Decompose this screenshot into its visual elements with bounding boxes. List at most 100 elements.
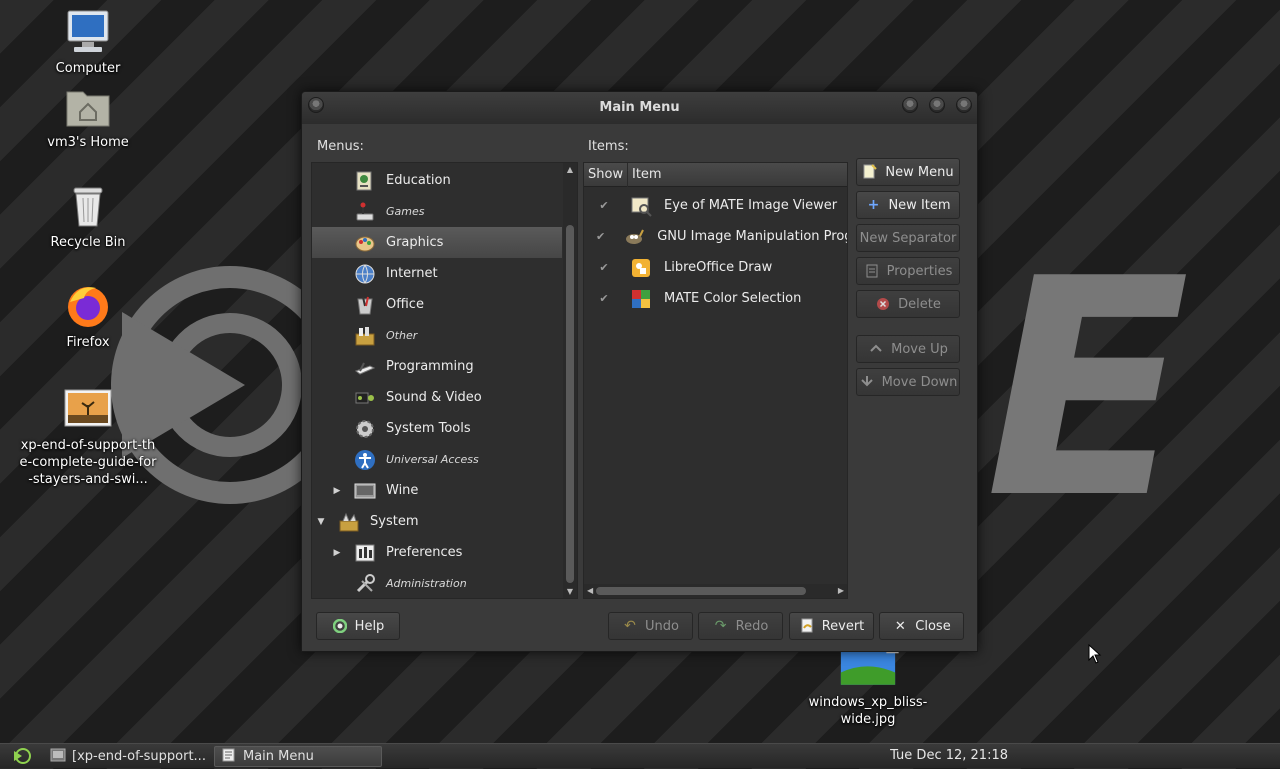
arrow-down-icon (859, 374, 875, 390)
menus-label: Menus: (317, 139, 364, 154)
taskbar-task-xp-image[interactable]: [xp-end-of-support... (44, 746, 210, 767)
scroll-left-arrow-icon[interactable]: ◀ (587, 584, 593, 598)
menu-tree-item-label: Education (386, 173, 451, 188)
move-up-button[interactable]: Move Up (856, 335, 960, 363)
move-down-button[interactable]: Move Down (856, 368, 960, 396)
menu-tree-item-preferences[interactable]: ▶ Preferences (312, 537, 562, 568)
new-menu-button[interactable]: New Menu (856, 158, 960, 186)
maximize-button[interactable] (929, 97, 945, 113)
scrollbar-thumb[interactable] (566, 225, 574, 583)
menu-tree-item-sound-video[interactable]: Sound & Video (312, 382, 562, 413)
help-label: Help (354, 618, 385, 634)
show-checkbox[interactable]: ✔ (596, 199, 612, 212)
delete-button[interactable]: Delete (856, 290, 960, 318)
scroll-down-arrow-icon[interactable]: ▼ (563, 587, 577, 596)
menus-vertical-scrollbar[interactable]: ▲ ▼ (563, 163, 577, 598)
desktop-icon-label: Recycle Bin (50, 235, 126, 250)
window-titlebar[interactable]: Main Menu (302, 92, 977, 124)
system-tools-icon (354, 418, 376, 440)
scrollbar-thumb[interactable] (596, 587, 806, 595)
main-menu-window: Main Menu Menus: Items: Education Games Gr… (301, 91, 978, 652)
minimize-button[interactable] (902, 97, 918, 113)
desktop-icon-bliss[interactable]: windows_xp_bliss-wide.jpg (793, 648, 943, 728)
undo-button[interactable]: ↶ Undo (608, 612, 693, 640)
desktop-icon-firefox[interactable]: Firefox (13, 282, 163, 351)
show-checkbox[interactable]: ✔ (596, 230, 605, 243)
help-button[interactable]: Help (316, 612, 400, 640)
collapse-arrow-icon[interactable]: ▼ (314, 515, 328, 529)
desktop-icon-recycle-bin[interactable]: Recycle Bin (13, 182, 163, 251)
computer-icon (67, 10, 109, 52)
show-checkbox[interactable]: ✔ (596, 292, 612, 305)
delete-icon (875, 296, 891, 312)
menu-tree-item-office[interactable]: Office (312, 289, 562, 320)
desktop-icon-xp-image[interactable]: xp-end-of-support-the-complete-guide-for… (13, 385, 163, 488)
menu-tree-item-programming[interactable]: Programming (312, 351, 562, 382)
expand-arrow-icon[interactable]: ▶ (330, 546, 344, 560)
item-row[interactable]: ✔ LibreOffice Draw (584, 252, 847, 283)
taskbar-task-main-menu[interactable]: Main Menu (214, 746, 382, 767)
column-header-show[interactable]: Show (584, 162, 628, 187)
mate-menu-icon[interactable] (12, 747, 32, 769)
menu-tree-item-label: Administration (386, 577, 467, 590)
delete-label: Delete (898, 296, 941, 312)
menu-tree-item-universal-access[interactable]: Universal Access (312, 444, 562, 475)
redo-button[interactable]: ↷ Redo (698, 612, 783, 640)
close-window-button[interactable] (956, 97, 972, 113)
image-viewer-icon (630, 195, 652, 217)
menu-tree-item-label: Games (386, 205, 425, 218)
menu-tree-item-system[interactable]: ▼ System (312, 506, 562, 537)
new-menu-icon (862, 164, 878, 180)
desktop-icon-home[interactable]: vm3's Home (13, 82, 163, 151)
column-header-item[interactable]: Item (628, 163, 662, 187)
accessibility-icon (354, 449, 376, 471)
expand-arrow-icon[interactable]: ▶ (330, 484, 344, 498)
menu-tree-item-wine[interactable]: ▶ Wine (312, 475, 562, 506)
show-checkbox[interactable]: ✔ (596, 261, 612, 274)
items-list[interactable]: Show Item ✔ Eye of MATE Image Viewer ✔ GNU … (583, 162, 848, 599)
scroll-right-arrow-icon[interactable]: ▶ (838, 584, 844, 598)
menu-tree-item-graphics[interactable]: Graphics (312, 227, 562, 258)
image-file-icon (64, 389, 112, 427)
menu-tree-item-system-tools[interactable]: System Tools (312, 413, 562, 444)
item-row[interactable]: ✔ MATE Color Selection (584, 283, 847, 314)
menu-tree-item-games[interactable]: Games (312, 196, 562, 227)
new-separator-button[interactable]: New Separator (856, 224, 960, 252)
items-label: Items: (588, 139, 629, 154)
item-row[interactable]: ✔ Eye of MATE Image Viewer (584, 190, 847, 221)
items-horizontal-scrollbar[interactable]: ◀ ▶ (584, 584, 847, 598)
wine-icon (354, 480, 376, 502)
revert-label: Revert (821, 618, 865, 634)
menu-tree-item-administration[interactable]: Administration (312, 568, 562, 599)
undo-icon: ↶ (624, 618, 636, 634)
graphics-icon (354, 232, 376, 254)
properties-button[interactable]: Properties (856, 257, 960, 285)
properties-icon (864, 263, 880, 279)
trash-icon (73, 187, 103, 227)
desktop-icon-label: Computer (55, 61, 121, 76)
new-separator-label: New Separator (859, 230, 957, 246)
menu-tree-item-internet[interactable]: Internet (312, 258, 562, 289)
item-row[interactable]: ✔ GNU Image Manipulation Program (584, 221, 847, 252)
close-button[interactable]: ✕ Close (879, 612, 964, 640)
desktop-icon-computer[interactable]: Computer (13, 8, 163, 77)
menu-tree-item-education[interactable]: Education (312, 165, 562, 196)
scroll-up-arrow-icon[interactable]: ▲ (563, 165, 577, 174)
items-list-header: Show Item (584, 162, 847, 187)
menus-tree[interactable]: Education Games Graphics Internet Office Othe… (311, 162, 578, 599)
menu-tree-item-other[interactable]: Other (312, 320, 562, 351)
file-manager-icon (50, 748, 66, 766)
color-selection-icon (630, 288, 652, 310)
taskbar-clock[interactable]: Tue Dec 12, 21:18 (890, 748, 1008, 763)
revert-button[interactable]: Revert (789, 612, 874, 640)
menu-tree-item-label: System Tools (386, 421, 471, 436)
new-item-button[interactable]: + New Item (856, 191, 960, 219)
menu-tree-item-label: Wine (386, 483, 419, 498)
